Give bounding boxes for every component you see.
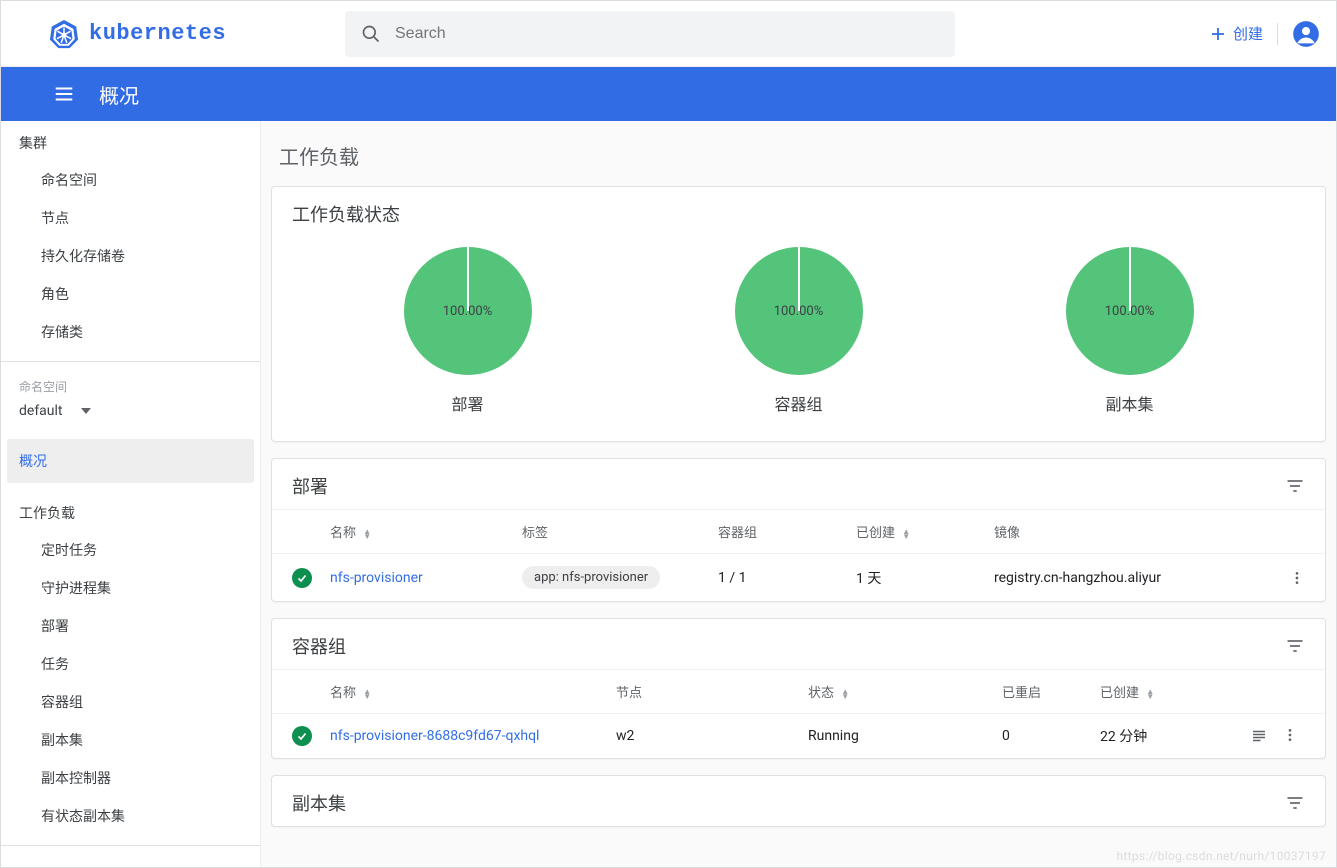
plus-icon (1209, 25, 1227, 43)
more-icon[interactable] (1289, 570, 1305, 586)
sort-icon: ▲▼ (902, 529, 912, 539)
namespace-label: 命名空间 (1, 372, 260, 397)
sidebar-item-overview[interactable]: 概况 (7, 439, 254, 483)
cell-created: 22 分钟 (1100, 726, 1220, 746)
card-workload-status: 工作负载状态 100.00% 部署 100.00% 容器组 (271, 186, 1326, 442)
col-name[interactable]: 名称 ▲▼ (330, 522, 514, 541)
col-status[interactable]: 状态 ▲▼ (808, 682, 994, 701)
cell-image: registry.cn-hangzhou.aliyur (994, 570, 1227, 586)
status-pods: 100.00% 容器组 (735, 247, 863, 415)
sidebar-section-discovery[interactable]: 服务发现与负载均衡 (1, 856, 260, 867)
sidebar-section-cluster[interactable]: 集群 (1, 121, 260, 161)
logs-icon[interactable] (1250, 727, 1268, 745)
cell-restarts: 0 (1002, 728, 1092, 744)
search-box[interactable] (345, 11, 955, 57)
card-title: 工作负载状态 (292, 201, 400, 227)
sort-icon: ▲▼ (363, 689, 373, 699)
topbar-actions: 创建 (1209, 20, 1320, 48)
sidebar-item-deployments[interactable]: 部署 (1, 607, 260, 645)
sidebar-item-pv[interactable]: 持久化存储卷 (1, 237, 260, 275)
label-chip: app: nfs-provisioner (522, 566, 660, 589)
topbar: kubernetes 创建 (1, 1, 1336, 67)
card-replicasets: 副本集 (271, 775, 1326, 827)
pie-chart: 100.00% (735, 247, 863, 375)
search-input[interactable] (395, 25, 939, 43)
create-label: 创建 (1233, 23, 1263, 44)
namespace-select[interactable]: default (1, 397, 260, 431)
brand: kubernetes (49, 19, 329, 49)
col-labels: 标签 (522, 522, 710, 541)
sidebar-item-nodes[interactable]: 节点 (1, 199, 260, 237)
status-replicasets: 100.00% 副本集 (1066, 247, 1194, 415)
deployment-link[interactable]: nfs-provisioner (330, 570, 514, 586)
status-deployments: 100.00% 部署 (404, 247, 532, 415)
more-icon[interactable] (1282, 727, 1298, 745)
col-name[interactable]: 名称 ▲▼ (330, 682, 608, 701)
chevron-down-icon (81, 408, 91, 414)
namespace-value: default (19, 403, 63, 419)
card-title: 容器组 (292, 633, 346, 659)
filter-icon[interactable] (1285, 793, 1305, 813)
pie-chart: 100.00% (1066, 247, 1194, 375)
col-pods: 容器组 (718, 522, 848, 541)
page-title: 概况 (99, 80, 139, 109)
card-title: 副本集 (292, 790, 346, 816)
col-created[interactable]: 已创建 ▲▼ (856, 522, 986, 541)
filter-icon[interactable] (1285, 476, 1305, 496)
pie-chart: 100.00% (404, 247, 532, 375)
user-icon[interactable] (1292, 20, 1320, 48)
sidebar-item-roles[interactable]: 角色 (1, 275, 260, 313)
col-images: 镜像 (994, 522, 1227, 541)
action-bar: 概况 (1, 67, 1336, 121)
main-title: 工作负载 (271, 121, 1326, 186)
create-button[interactable]: 创建 (1209, 23, 1263, 44)
search-icon (361, 24, 381, 44)
sidebar-item-statefulsets[interactable]: 有状态副本集 (1, 797, 260, 835)
sidebar-item-cronjobs[interactable]: 定时任务 (1, 531, 260, 569)
sidebar-item-pods[interactable]: 容器组 (1, 683, 260, 721)
table-header: 名称 ▲▼ 节点 状态 ▲▼ 已重启 已创建 ▲▼ (272, 669, 1325, 713)
sidebar-item-rc[interactable]: 副本控制器 (1, 759, 260, 797)
brand-name: kubernetes (89, 21, 226, 46)
sidebar-item-jobs[interactable]: 任务 (1, 645, 260, 683)
sidebar-item-storageclass[interactable]: 存储类 (1, 313, 260, 351)
sidebar: 集群 命名空间 节点 持久化存储卷 角色 存储类 命名空间 default 概况… (1, 121, 261, 867)
card-pods: 容器组 名称 ▲▼ 节点 状态 ▲▼ 已重启 (271, 618, 1326, 759)
col-restarts: 已重启 (1002, 682, 1092, 701)
sidebar-item-daemonsets[interactable]: 守护进程集 (1, 569, 260, 607)
card-deployments: 部署 名称 ▲▼ 标签 容器组 已创建 ▲▼ (271, 458, 1326, 602)
sort-icon: ▲▼ (1146, 689, 1156, 699)
pie-caption: 容器组 (774, 391, 822, 415)
pie-percent: 100.00% (774, 304, 823, 319)
sidebar-item-replicasets[interactable]: 副本集 (1, 721, 260, 759)
status-ok-icon (292, 568, 312, 588)
col-created[interactable]: 已创建 ▲▼ (1100, 682, 1220, 701)
table-row: nfs-provisioner app: nfs-provisioner 1 /… (272, 553, 1325, 601)
sort-icon: ▲▼ (363, 529, 373, 539)
sidebar-item-namespaces[interactable]: 命名空间 (1, 161, 260, 199)
pod-link[interactable]: nfs-provisioner-8688c9fd67-qxhql (330, 728, 608, 744)
divider (1, 361, 260, 362)
sidebar-section-workloads[interactable]: 工作负载 (1, 491, 260, 531)
filter-icon[interactable] (1285, 636, 1305, 656)
cell-status: Running (808, 728, 994, 744)
main-content: 工作负载 工作负载状态 100.00% 部署 100.00% (261, 121, 1336, 867)
pie-percent: 100.00% (443, 304, 492, 319)
pie-caption: 部署 (451, 391, 483, 415)
table-header: 名称 ▲▼ 标签 容器组 已创建 ▲▼ 镜像 (272, 509, 1325, 553)
cell-created: 1 天 (856, 568, 986, 588)
pie-caption: 副本集 (1105, 391, 1153, 415)
cell-node: w2 (616, 728, 800, 744)
card-title: 部署 (292, 473, 328, 499)
menu-icon[interactable] (53, 83, 75, 105)
pie-percent: 100.00% (1105, 304, 1154, 319)
status-ok-icon (292, 726, 312, 746)
col-node: 节点 (616, 682, 800, 701)
cell-pods: 1 / 1 (718, 570, 848, 586)
kubernetes-logo-icon (49, 19, 79, 49)
separator (1277, 23, 1278, 45)
table-row: nfs-provisioner-8688c9fd67-qxhql w2 Runn… (272, 713, 1325, 758)
sort-icon: ▲▼ (841, 689, 851, 699)
divider (1, 845, 260, 846)
